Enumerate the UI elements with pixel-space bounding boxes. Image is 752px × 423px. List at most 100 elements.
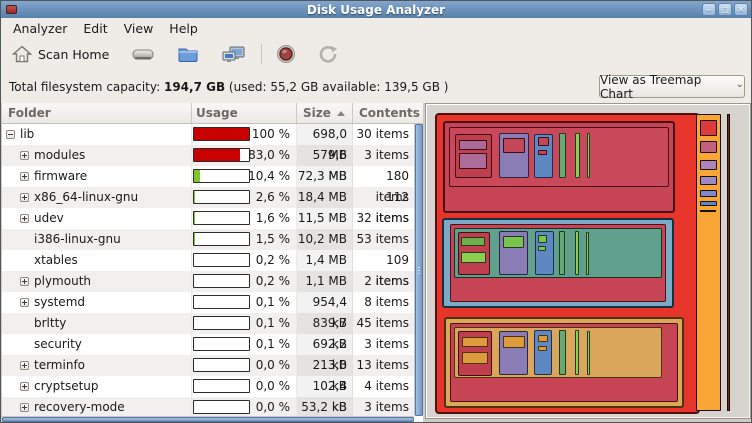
treemap-rect-block[interactable] [575, 231, 579, 275]
plus-expander-icon[interactable] [20, 193, 29, 202]
usage-percent: 0,1 % [256, 334, 290, 355]
column-header-size[interactable]: Size [297, 103, 353, 123]
column-header-usage[interactable]: Usage [192, 103, 297, 123]
treemap-rect-block[interactable] [700, 201, 717, 206]
column-header-folder[interactable]: Folder [2, 103, 192, 123]
capacity-text: Total filesystem capacity: 194,7 GB (use… [1, 80, 448, 94]
table-row[interactable]: x86_64-linux-gnu2,6 %18,4 MB112 items [2, 187, 414, 208]
usage-cell: 0,0 % [192, 376, 297, 397]
usage-percent: 1,6 % [256, 208, 290, 229]
table-row[interactable]: security0,1 %692,2 kB3 items [2, 334, 414, 355]
treemap-rect-block[interactable] [538, 150, 547, 155]
table-row[interactable]: cryptsetup0,0 %102,4 kB4 items [2, 376, 414, 397]
usage-percent: 0,0 % [256, 376, 290, 397]
stop-icon [276, 44, 296, 64]
table-row[interactable]: systemd0,1 %954,4 kB8 items [2, 292, 414, 313]
vertical-scrollbar[interactable] [414, 124, 423, 416]
folder-name: cryptsetup [34, 376, 99, 397]
menu-help[interactable]: Help [161, 19, 206, 38]
plus-expander-icon[interactable] [20, 382, 29, 391]
refresh-button[interactable] [313, 42, 343, 66]
treemap-rect-block[interactable] [461, 252, 486, 263]
folder-cell: lib [2, 124, 192, 145]
table-header: Folder Usage Size Contents [2, 103, 423, 124]
treemap-rect-block[interactable] [587, 133, 590, 178]
menu-edit[interactable]: Edit [75, 19, 115, 38]
table-row[interactable]: terminfo0,0 %213,0 kB13 items [2, 355, 414, 376]
table-row[interactable]: plymouth0,2 %1,1 MB2 items [2, 271, 414, 292]
treemap-rect-block[interactable] [700, 190, 717, 197]
table-row[interactable]: xtables0,2 %1,4 MB109 items [2, 250, 414, 271]
size-cell: 839,7 kB [297, 313, 353, 334]
menu-analyzer[interactable]: Analyzer [5, 19, 75, 38]
treemap-rect-block[interactable] [462, 352, 488, 364]
treemap-rect-block[interactable] [538, 235, 547, 243]
treemap-rect-block[interactable] [587, 331, 590, 375]
view-selector-dropdown[interactable]: View as Treemap Chart ⌄ [599, 75, 745, 98]
contents-cell: 13 items [353, 355, 414, 376]
usage-cell: 0,2 % [192, 271, 297, 292]
treemap-rect-block[interactable] [700, 120, 717, 136]
treemap-rect-block[interactable] [559, 231, 565, 275]
infobar: Total filesystem capacity: 194,7 GB (use… [1, 70, 751, 103]
table-row[interactable]: recovery-mode0,0 %53,2 kB3 items [2, 397, 414, 416]
table-row[interactable]: lib100 %698,0 MB30 items [2, 124, 414, 145]
table-row[interactable]: firmware10,4 %72,3 MB180 items [2, 166, 414, 187]
scan-filesystem-button[interactable] [126, 43, 160, 65]
treemap-chart[interactable] [426, 104, 750, 418]
plus-expander-icon[interactable] [20, 298, 29, 307]
treemap-rect-side-strip[interactable] [696, 114, 721, 411]
table-row[interactable]: i386-linux-gnu1,5 %10,2 MB53 items [2, 229, 414, 250]
table-row[interactable]: modules83,0 %579,6 MB3 items [2, 145, 414, 166]
treemap-rect-block[interactable] [538, 137, 549, 146]
treemap-rect-block[interactable] [559, 133, 566, 178]
contents-cell: 3 items [353, 334, 414, 355]
plus-expander-icon[interactable] [20, 151, 29, 160]
column-header-contents[interactable]: Contents [353, 103, 415, 123]
treemap-rect-block[interactable] [700, 176, 717, 185]
treemap-rect-block[interactable] [503, 138, 525, 153]
treemap-rect-block[interactable] [575, 133, 580, 178]
hard-disk-icon [131, 45, 155, 63]
table-row[interactable]: udev1,6 %11,5 MB32 items [2, 208, 414, 229]
treemap-rect-block[interactable] [459, 153, 487, 169]
treemap-rect-block[interactable] [559, 330, 566, 375]
toolbar: Scan Home [1, 38, 751, 70]
table-row[interactable]: brltty0,1 %839,7 kB45 items [2, 313, 414, 334]
minus-expander-icon[interactable] [6, 130, 15, 139]
vertical-scrollbar-thumb[interactable] [415, 124, 423, 416]
treemap-rect-block[interactable] [700, 141, 717, 153]
scan-home-button[interactable]: Scan Home [7, 43, 114, 65]
treemap-rect-side-line[interactable] [727, 114, 730, 411]
folder-cell: firmware [2, 166, 192, 187]
treemap-rect-block[interactable] [575, 330, 579, 375]
treemap-rect-block[interactable] [700, 160, 717, 170]
treemap-rect-block[interactable] [461, 237, 485, 246]
plus-expander-icon[interactable] [20, 214, 29, 223]
contents-cell: 4 items [353, 376, 414, 397]
treemap-rect-block[interactable] [503, 336, 525, 348]
horizontal-scrollbar-thumb[interactable] [2, 417, 414, 422]
folder-name: i386-linux-gnu [34, 229, 121, 250]
treemap-rect-block[interactable] [586, 232, 589, 275]
horizontal-scrollbar[interactable] [2, 416, 414, 422]
usage-bar [193, 190, 250, 204]
treemap-rect-block[interactable] [700, 210, 716, 212]
treemap-rect-block[interactable] [462, 337, 488, 347]
view-selector-label: View as Treemap Chart [600, 73, 729, 101]
scan-folder-button[interactable] [172, 43, 204, 65]
menu-view[interactable]: View [116, 19, 162, 38]
treemap-rect-block[interactable] [538, 246, 546, 251]
plus-expander-icon[interactable] [20, 403, 29, 412]
treemap-rect-block[interactable] [538, 335, 548, 342]
plus-expander-icon[interactable] [20, 277, 29, 286]
scan-home-label: Scan Home [38, 47, 109, 62]
stop-button[interactable] [271, 42, 301, 66]
plus-expander-icon[interactable] [20, 172, 29, 181]
plus-expander-icon[interactable] [20, 361, 29, 370]
scan-remote-button[interactable] [216, 43, 252, 66]
usage-cell: 0,1 % [192, 313, 297, 334]
treemap-rect-block[interactable] [538, 346, 547, 351]
treemap-rect-block[interactable] [503, 236, 524, 248]
treemap-rect-block[interactable] [459, 140, 487, 150]
